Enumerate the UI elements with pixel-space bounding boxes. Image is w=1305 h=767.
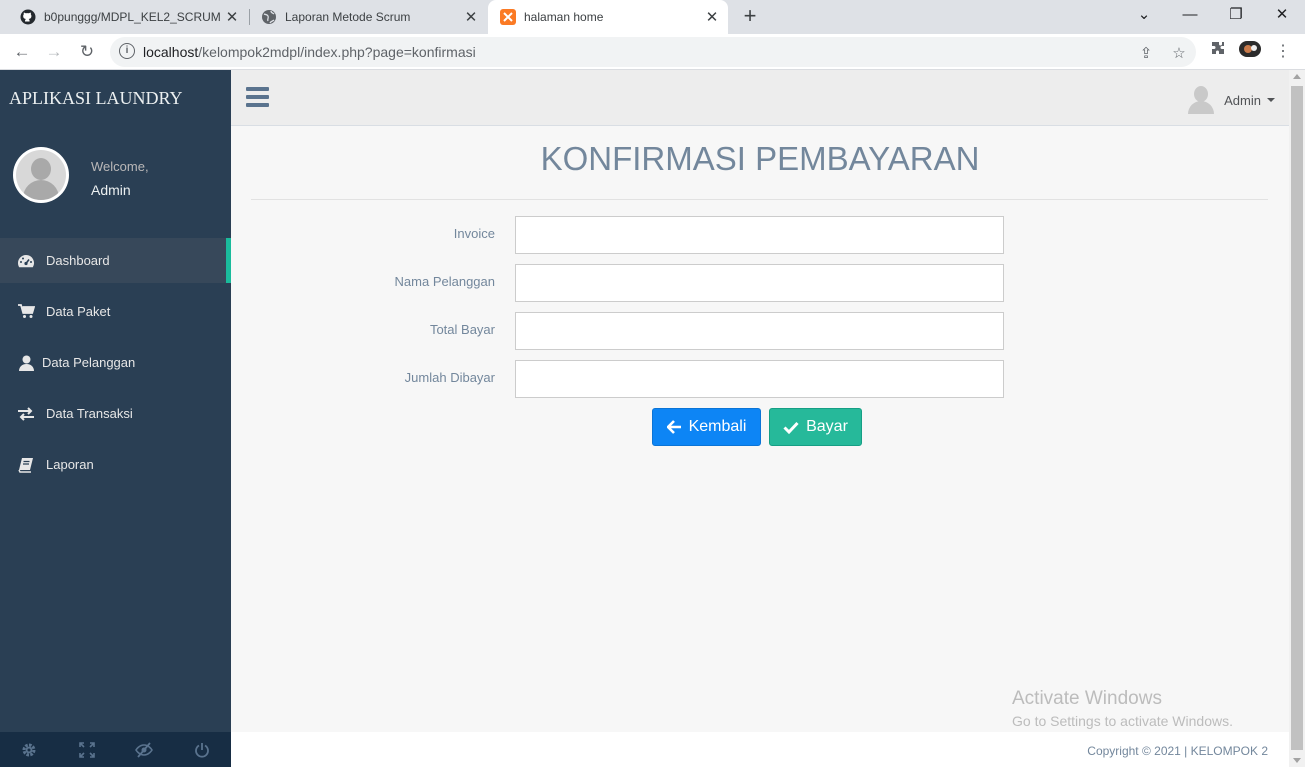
arrow-left-icon (666, 420, 682, 434)
sidebar-item-label: Data Pelanggan (42, 355, 136, 370)
sidebar-item-data-paket[interactable]: Data Paket (0, 289, 231, 334)
info-icon[interactable]: i (119, 43, 135, 59)
browser-menu-icon[interactable]: ⋮ (1271, 40, 1295, 64)
form-group-jumlah-dibayar: Jumlah Dibayar (231, 360, 1289, 398)
username: Admin (91, 182, 131, 198)
bookmark-star-icon[interactable]: ☆ (1168, 43, 1190, 65)
nama-pelanggan-label: Nama Pelanggan (394, 274, 495, 289)
hide-icon[interactable] (116, 732, 174, 767)
scrollbar-thumb[interactable] (1291, 86, 1303, 750)
back-icon[interactable]: ← (10, 40, 34, 64)
sidebar-item-label: Dashboard (46, 253, 110, 268)
browser-tab-laporan[interactable]: Laporan Metode Scrum ✕ (249, 0, 487, 34)
restore-icon[interactable]: ❐ (1213, 0, 1259, 34)
nama-pelanggan-input[interactable] (515, 264, 1004, 302)
app-root: APLIKASI LAUNDRY Welcome, Admin Dashboar… (0, 70, 1305, 767)
back-button[interactable]: Kembali (652, 408, 761, 446)
sidebar-item-label: Data Transaksi (46, 406, 133, 421)
form-group-invoice: Invoice (231, 216, 1289, 254)
jumlah-dibayar-input[interactable] (515, 360, 1004, 398)
menu-toggle-icon[interactable] (246, 87, 269, 107)
close-icon[interactable]: ✕ (702, 8, 722, 26)
xampp-icon (500, 9, 516, 25)
close-icon[interactable]: ✕ (461, 8, 481, 26)
sidebar-item-data-pelanggan[interactable]: Data Pelanggan (0, 340, 231, 385)
extensions-icon[interactable] (1206, 40, 1230, 64)
scroll-up-icon[interactable] (1293, 74, 1301, 79)
invoice-input[interactable] (515, 216, 1004, 254)
exchange-icon (16, 406, 36, 421)
globe-icon (261, 9, 277, 25)
form-group-total-bayar: Total Bayar (231, 312, 1289, 350)
activate-windows-watermark: Activate Windows Go to Settings to activ… (1012, 688, 1233, 729)
sidebar: APLIKASI LAUNDRY Welcome, Admin Dashboar… (0, 70, 231, 767)
copyright-text: Copyright © 2021 | KELOMPOK 2 (1087, 744, 1268, 758)
profile-avatar-icon[interactable] (1238, 40, 1262, 64)
tab-title: halaman home (524, 10, 604, 24)
total-bayar-label: Total Bayar (429, 322, 495, 337)
caret-down-icon (1267, 98, 1275, 102)
sidebar-item-laporan[interactable]: Laporan (0, 442, 231, 487)
new-tab-button[interactable]: + (738, 4, 762, 28)
welcome-text: Welcome, (91, 159, 149, 174)
scroll-down-icon[interactable] (1293, 758, 1301, 763)
avatar (13, 147, 69, 203)
window-close-icon[interactable]: ✕ (1259, 0, 1305, 34)
share-icon[interactable]: ⇪ (1135, 43, 1157, 65)
user-dropdown-label: Admin (1224, 92, 1261, 108)
watermark-subtitle: Go to Settings to activate Windows. (1012, 713, 1233, 729)
power-icon[interactable] (173, 732, 231, 767)
total-bayar-input[interactable] (515, 312, 1004, 350)
watermark-title: Activate Windows (1012, 688, 1162, 709)
browser-tab-github[interactable]: b0punggg/MDPL_KEL2_SCRUM ✕ (8, 0, 248, 34)
url-text: localhost/kelompok2mdpl/index.php?page=k… (143, 44, 476, 60)
sidebar-footer (0, 732, 231, 767)
close-icon[interactable]: ✕ (222, 8, 242, 26)
sidebar-item-label: Laporan (46, 457, 94, 472)
book-icon (16, 457, 36, 473)
address-bar[interactable]: i localhost/kelompok2mdpl/index.php?page… (110, 37, 1196, 67)
top-navbar: Admin (231, 70, 1289, 126)
page-title: KONFIRMASI PEMBAYARAN (540, 140, 980, 177)
form-group-nama-pelanggan: Nama Pelanggan (231, 264, 1289, 302)
cart-icon (16, 304, 36, 319)
main-content: KONFIRMASI PEMBAYARAN Invoice Nama Pelan… (231, 126, 1289, 732)
pay-button[interactable]: Bayar (769, 408, 862, 446)
settings-icon[interactable] (0, 732, 58, 767)
browser-toolbar: ← → ↻ i localhost/kelompok2mdpl/index.ph… (0, 34, 1305, 70)
sidebar-item-data-transaksi[interactable]: Data Transaksi (0, 391, 231, 436)
tab-search-icon[interactable]: ⌄ (1121, 0, 1167, 34)
vertical-scrollbar[interactable] (1289, 70, 1305, 767)
fullscreen-icon[interactable] (58, 732, 116, 767)
github-icon (20, 9, 36, 25)
pay-button-label: Bayar (806, 418, 848, 435)
divider (251, 199, 1268, 200)
page-footer: Copyright © 2021 | KELOMPOK 2 (231, 732, 1289, 767)
sidebar-item-dashboard[interactable]: Dashboard (0, 238, 231, 283)
tab-title: b0punggg/MDPL_KEL2_SCRUM (44, 10, 221, 24)
sidebar-menu: Dashboard Data Paket Data Pelanggan Data… (0, 238, 231, 493)
back-button-label: Kembali (688, 418, 747, 435)
jumlah-dibayar-label: Jumlah Dibayar (404, 370, 495, 385)
app-brand[interactable]: APLIKASI LAUNDRY (9, 88, 183, 109)
user-avatar-icon (1188, 86, 1215, 114)
check-icon (783, 421, 799, 434)
minimize-icon[interactable]: — (1167, 0, 1213, 34)
invoice-label: Invoice (453, 226, 495, 241)
user-icon (16, 355, 36, 371)
tab-title: Laporan Metode Scrum (285, 10, 411, 24)
reload-icon[interactable]: ↻ (75, 40, 99, 64)
browser-tab-home[interactable]: halaman home ✕ (488, 0, 728, 34)
forward-icon[interactable]: → (42, 40, 66, 64)
user-dropdown[interactable]: Admin (1188, 86, 1275, 114)
browser-tab-strip: b0punggg/MDPL_KEL2_SCRUM ✕ Laporan Metod… (0, 0, 1305, 34)
sidebar-item-label: Data Paket (46, 304, 111, 319)
dashboard-icon (16, 253, 36, 269)
